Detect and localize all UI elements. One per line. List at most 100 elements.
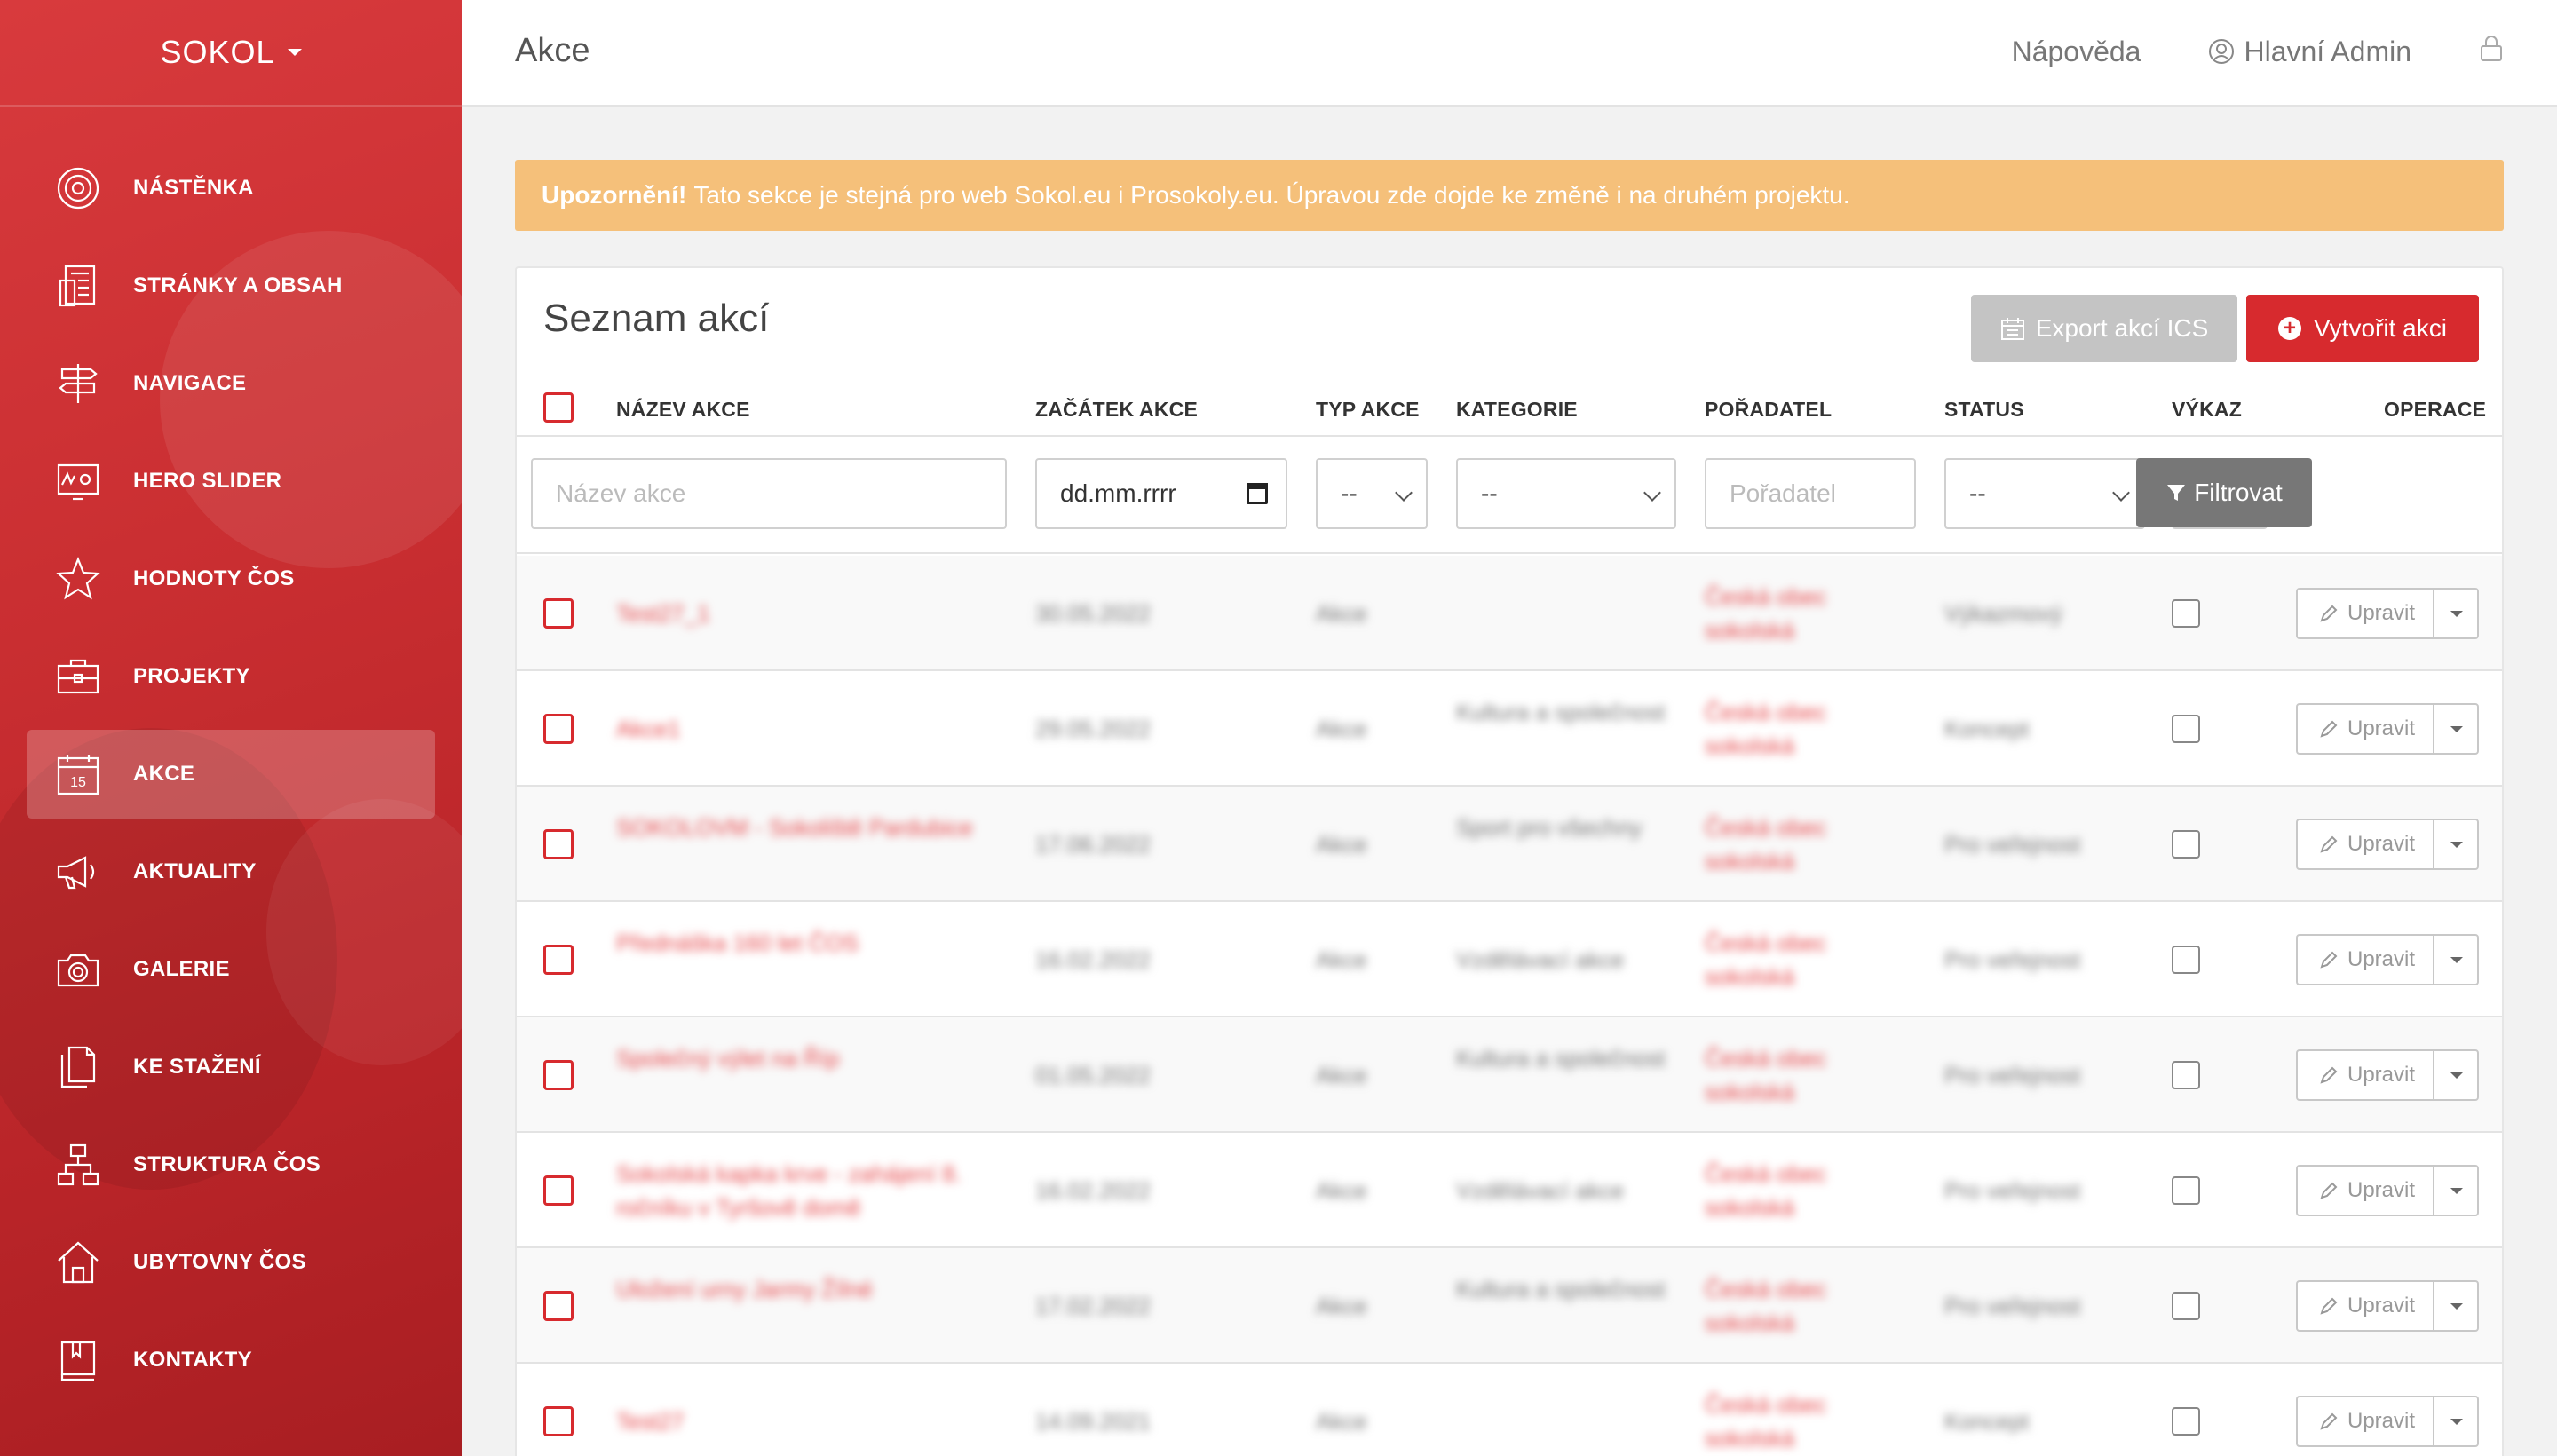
help-link[interactable]: Nápověda [2012,36,2141,68]
report-checkbox[interactable] [2172,1176,2200,1205]
date-filter-input[interactable]: dd.mm.rrrr [1035,458,1287,529]
column-header-name[interactable]: NÁZEV AKCE [616,398,750,422]
sidebar-item-navigace[interactable]: NAVIGACE [27,339,435,428]
report-checkbox[interactable] [2172,946,2200,974]
edit-button[interactable]: Upravit [2296,1049,2479,1101]
status-filter-select[interactable]: -- [1944,458,2145,529]
name-filter-input[interactable]: Název akce [531,458,1007,529]
sidebar-item-stranky[interactable]: STRÁNKY A OBSAH [27,241,435,330]
sidebar-item-label: KE STAŽENÍ [133,1055,261,1079]
slider-icon [53,456,103,506]
event-status: Pro veřejnost [1944,1293,2081,1319]
export-ics-button[interactable]: Export akcí ICS [1971,295,2237,362]
column-header-start[interactable]: ZAČÁTEK AKCE [1035,398,1198,422]
report-checkbox[interactable] [2172,1407,2200,1436]
column-header-report[interactable]: VÝKAZ [2172,398,2242,422]
dropdown-toggle[interactable] [2433,1051,2477,1099]
event-type: Akce [1316,946,1367,973]
event-name-link[interactable]: Společný výlet na Říp [616,1041,1007,1075]
event-name-link[interactable]: Akce1 [616,712,1007,746]
create-label: Vytvořit akci [2314,314,2447,342]
report-checkbox[interactable] [2172,1061,2200,1089]
sidebar-item-ubytovny[interactable]: UBYTOVNY ČOS [27,1218,435,1307]
caret-down-icon [287,49,302,56]
event-name-link[interactable]: Přednáška 160 let ČOS [616,926,1007,960]
sidebar-item-hero-slider[interactable]: HERO SLIDER [27,437,435,526]
type-filter-select[interactable]: -- [1316,458,1428,529]
sidebar-item-struktura[interactable]: STRUKTURA ČOS [27,1120,435,1209]
edit-button[interactable]: Upravit [2296,703,2479,755]
event-status: Pro veřejnost [1944,831,2081,858]
sidebar-item-akce[interactable]: 15 AKCE [27,730,435,819]
edit-button[interactable]: Upravit [2296,588,2479,639]
row-checkbox[interactable] [543,829,574,859]
event-organizer-link[interactable]: Česká obec sokolská [1705,1041,1856,1109]
report-checkbox[interactable] [2172,715,2200,743]
event-name-link[interactable]: Uložení urny Jarmy Žílné [616,1272,1007,1306]
row-checkbox[interactable] [543,1175,574,1206]
dropdown-toggle[interactable] [2433,590,2477,637]
event-name-link[interactable]: Sokolská kapka krve - zahájení 8. ročník… [616,1157,1007,1224]
row-checkbox[interactable] [543,714,574,744]
dropdown-toggle[interactable] [2433,705,2477,753]
column-header-type[interactable]: TYP AKCE [1316,398,1420,422]
sidebar-item-aktuality[interactable]: AKTUALITY [27,827,435,916]
event-organizer-link[interactable]: Česká obec sokolská [1705,1388,1856,1455]
filter-button[interactable]: Filtrovat [2136,458,2312,527]
sidebar-item-ke-stazeni[interactable]: KE STAŽENÍ [27,1023,435,1112]
table-row: Test27 14.09.2021 Akce Česká obec sokolská K… [517,1364,2502,1456]
select-all-checkbox[interactable] [543,392,574,423]
event-organizer-link[interactable]: Česká obec sokolská [1705,926,1856,993]
dropdown-toggle[interactable] [2433,1167,2477,1215]
sidebar-item-projekty[interactable]: PROJEKTY [27,632,435,721]
event-organizer-link[interactable]: Česká obec sokolská [1705,1157,1856,1224]
dropdown-toggle[interactable] [2433,820,2477,868]
sidebar-item-nastenka[interactable]: NÁSTĚNKA [27,144,435,233]
report-checkbox[interactable] [2172,599,2200,628]
sidebar-item-hodnoty[interactable]: HODNOTY ČOS [27,534,435,623]
row-checkbox[interactable] [543,945,574,975]
edit-button[interactable]: Upravit [2296,819,2479,870]
dropdown-toggle[interactable] [2433,1282,2477,1330]
row-checkbox[interactable] [543,1406,574,1436]
event-start: 17.06.2022 [1035,831,1152,858]
event-status: Koncept [1944,1408,2030,1435]
sidebar-item-galerie[interactable]: GALERIE [27,925,435,1014]
sidebar-item-label: HERO SLIDER [133,469,282,493]
row-checkbox[interactable] [543,1291,574,1321]
event-name-link[interactable]: SOKOLOVM - Sokoliště Pardubice [616,811,1007,844]
event-name-link[interactable]: Test27 [616,1405,1007,1438]
sidebar-item-kontakty[interactable]: KONTAKTY [27,1316,435,1405]
pencil-icon [2319,719,2339,739]
dropdown-toggle[interactable] [2433,1397,2477,1445]
table-row: Uložení urny Jarmy Žílné 17.02.2022 Akce Ku… [517,1248,2502,1364]
create-event-button[interactable]: + Vytvořit akci [2246,295,2479,362]
report-checkbox[interactable] [2172,1292,2200,1320]
column-header-organizer[interactable]: POŘADATEL [1705,398,1832,422]
edit-button[interactable]: Upravit [2296,1280,2479,1332]
row-checkbox[interactable] [543,598,574,629]
category-filter-select[interactable]: -- [1456,458,1676,529]
event-organizer-link[interactable]: Česká obec sokolská [1705,1272,1856,1340]
organizer-filter-input[interactable]: Pořadatel [1705,458,1916,529]
brand-dropdown[interactable]: SOKOL [0,0,462,107]
event-organizer-link[interactable]: Česká obec sokolská [1705,811,1856,878]
event-organizer-link[interactable]: Česká obec sokolská [1705,695,1856,763]
calendar-icon[interactable] [1247,483,1268,504]
logout-button[interactable] [2479,34,2504,69]
row-checkbox[interactable] [543,1060,574,1090]
edit-button[interactable]: Upravit [2296,1396,2479,1447]
event-name-link[interactable]: Test27_1 [616,597,1007,630]
event-start: 29.05.2022 [1035,716,1152,742]
edit-label: Upravit [2347,1294,2416,1318]
column-header-status[interactable]: STATUS [1944,398,2024,422]
edit-button[interactable]: Upravit [2296,1165,2479,1216]
user-menu[interactable]: Hlavní Admin [2208,36,2411,68]
dropdown-toggle[interactable] [2433,936,2477,984]
house-icon [53,1238,103,1287]
edit-button[interactable]: Upravit [2296,934,2479,985]
column-header-category[interactable]: KATEGORIE [1456,398,1578,422]
filter-label: Filtrovat [2194,479,2283,506]
report-checkbox[interactable] [2172,830,2200,859]
event-organizer-link[interactable]: Česká obec sokolská [1705,580,1856,647]
